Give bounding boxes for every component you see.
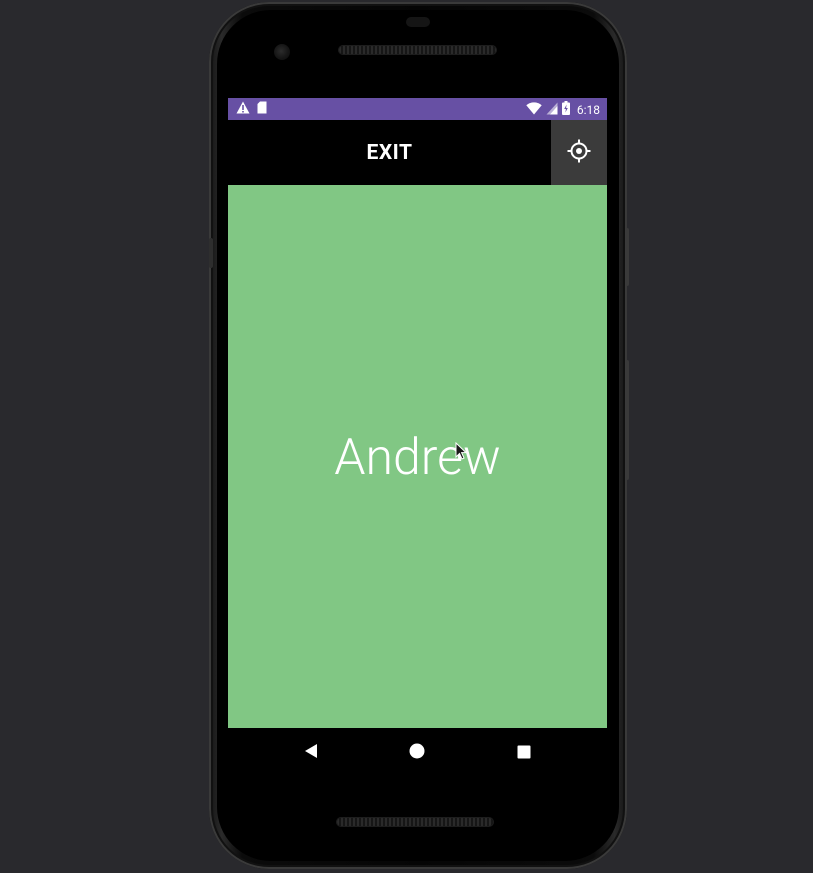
navigation-bar — [228, 728, 607, 778]
recents-icon — [517, 744, 531, 763]
name-label: Andrew — [334, 428, 501, 487]
settings-button[interactable] — [551, 120, 607, 185]
top-speaker-grille — [339, 46, 496, 54]
bottom-speaker-grille — [337, 818, 493, 826]
warning-icon — [236, 101, 250, 117]
status-bar: 6:18 — [228, 98, 607, 120]
status-left-icons — [236, 101, 267, 117]
name-display-area[interactable]: Andrew — [228, 185, 607, 728]
back-icon — [303, 743, 319, 763]
status-right-icons: 6:18 — [526, 101, 600, 118]
wifi-icon — [526, 101, 542, 118]
top-sensor — [406, 17, 430, 27]
top-toolbar: EXIT — [228, 120, 607, 185]
exit-button[interactable]: EXIT — [228, 120, 551, 185]
status-time: 6:18 — [576, 102, 600, 117]
power-button — [625, 360, 629, 480]
back-button[interactable] — [299, 741, 323, 765]
cell-signal-icon — [546, 102, 558, 118]
mouse-pointer-icon — [455, 441, 468, 460]
sd-card-icon — [257, 101, 267, 117]
home-button[interactable] — [405, 741, 429, 765]
front-camera-icon — [274, 44, 290, 60]
recents-button[interactable] — [512, 741, 536, 765]
phone-screen: 6:18 EXIT Andrew — [228, 98, 607, 778]
left-side-rail — [209, 238, 213, 268]
emulator-stage: 6:18 EXIT Andrew — [0, 0, 813, 873]
home-icon — [409, 743, 425, 763]
battery-charging-icon — [561, 101, 570, 118]
settings-target-icon — [567, 139, 591, 167]
volume-button — [625, 228, 629, 286]
